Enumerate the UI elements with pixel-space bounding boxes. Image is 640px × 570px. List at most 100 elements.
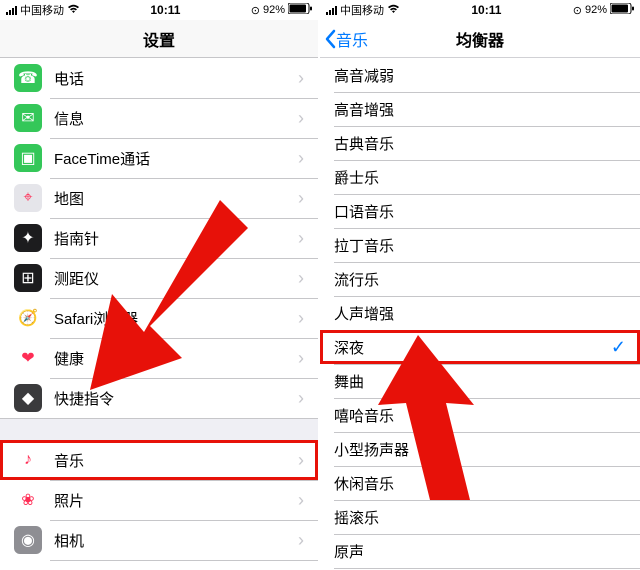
settings-row-apps-4[interactable]: ✦ 指南针› bbox=[0, 218, 318, 258]
row-label: 音乐 bbox=[54, 450, 298, 471]
eq-option-9[interactable]: 舞曲 bbox=[320, 364, 640, 398]
settings-row-media-3[interactable]: ●●Game Center› bbox=[0, 560, 318, 570]
eq-option-0[interactable]: 高音减弱 bbox=[320, 58, 640, 92]
eq-option-1[interactable]: 高音增强 bbox=[320, 92, 640, 126]
option-label: 古典音乐 bbox=[334, 133, 626, 154]
row-label: 信息 bbox=[54, 108, 298, 129]
app-icon: ▣ bbox=[14, 144, 42, 172]
option-label: 深夜 bbox=[334, 337, 611, 358]
wifi-icon bbox=[67, 4, 80, 17]
status-bar: 中国移动 10:11 ⊙ 92% bbox=[0, 0, 318, 20]
row-label: 相机 bbox=[54, 530, 298, 551]
chevron-right-icon: › bbox=[298, 68, 304, 89]
carrier-label: 中国移动 bbox=[340, 2, 384, 18]
app-icon: ⌖ bbox=[14, 184, 42, 212]
settings-group-media: ♪音乐›❀照片›◉相机›●●Game Center› bbox=[0, 440, 318, 570]
nav-bar: 音乐 均衡器 bbox=[320, 20, 640, 58]
eq-option-6[interactable]: 流行乐 bbox=[320, 262, 640, 296]
equalizer-screen: 中国移动 10:11 ⊙ 92% 音乐 均衡器 高音减弱高音增强古典音乐爵士乐口… bbox=[320, 0, 640, 570]
option-label: 拉丁音乐 bbox=[334, 235, 626, 256]
app-icon: ☎ bbox=[14, 64, 42, 92]
app-icon: ⊞ bbox=[14, 264, 42, 292]
eq-option-3[interactable]: 爵士乐 bbox=[320, 160, 640, 194]
alarm-icon: ⊙ bbox=[251, 4, 260, 17]
carrier-label: 中国移动 bbox=[20, 2, 64, 18]
settings-list[interactable]: ☎电话›✉信息›▣FaceTime通话›⌖地图›✦指南针›⊞测距仪›🧭Safar… bbox=[0, 58, 318, 570]
settings-row-media-0[interactable]: ♪ 音乐› bbox=[0, 440, 318, 480]
row-label: 健康 bbox=[54, 348, 298, 369]
nav-bar: 设置 bbox=[0, 20, 318, 58]
app-icon: ●● bbox=[14, 566, 42, 570]
page-title: 均衡器 bbox=[456, 27, 504, 51]
app-icon: 🧭 bbox=[14, 304, 42, 332]
option-label: 舞曲 bbox=[334, 371, 626, 392]
app-icon: ✦ bbox=[14, 224, 42, 252]
signal-icon bbox=[6, 6, 17, 15]
eq-option-5[interactable]: 拉丁音乐 bbox=[320, 228, 640, 262]
eq-option-10[interactable]: 嘻哈音乐 bbox=[320, 398, 640, 432]
app-icon: ◆ bbox=[14, 384, 42, 412]
back-button[interactable]: 音乐 bbox=[324, 20, 368, 57]
option-label: 流行乐 bbox=[334, 269, 626, 290]
status-bar: 中国移动 10:11 ⊙ 92% bbox=[320, 0, 640, 20]
eq-option-7[interactable]: 人声增强 bbox=[320, 296, 640, 330]
option-label: 口语音乐 bbox=[334, 201, 626, 222]
option-label: 爵士乐 bbox=[334, 167, 626, 188]
option-label: 摇滚乐 bbox=[334, 507, 626, 528]
eq-option-12[interactable]: 休闲音乐 bbox=[320, 466, 640, 500]
settings-row-apps-6[interactable]: 🧭Safari浏览器› bbox=[0, 298, 318, 338]
row-label: 电话 bbox=[54, 68, 298, 89]
chevron-right-icon: › bbox=[298, 388, 304, 409]
chevron-right-icon: › bbox=[298, 268, 304, 289]
settings-row-apps-2[interactable]: ▣ FaceTime通话› bbox=[0, 138, 318, 178]
row-label: 地图 bbox=[54, 188, 298, 209]
settings-screen: 中国移动 10:11 ⊙ 92% 设置 ☎电话›✉信息›▣FaceTime通话›… bbox=[0, 0, 320, 570]
app-icon: ◉ bbox=[14, 526, 42, 554]
battery-pct: 92% bbox=[263, 4, 285, 16]
settings-row-media-2[interactable]: ◉相机› bbox=[0, 520, 318, 560]
app-icon: ♪ bbox=[14, 446, 42, 474]
eq-option-4[interactable]: 口语音乐 bbox=[320, 194, 640, 228]
row-label: Safari浏览器 bbox=[54, 308, 298, 329]
chevron-right-icon: › bbox=[298, 450, 304, 471]
option-label: 高音减弱 bbox=[334, 65, 626, 86]
chevron-right-icon: › bbox=[298, 348, 304, 369]
chevron-right-icon: › bbox=[298, 490, 304, 511]
eq-option-8[interactable]: 深夜✓ bbox=[320, 330, 640, 364]
row-label: 照片 bbox=[54, 490, 298, 511]
settings-row-media-1[interactable]: ❀ 照片› bbox=[0, 480, 318, 520]
alarm-icon: ⊙ bbox=[573, 4, 582, 17]
battery-icon bbox=[288, 3, 312, 17]
clock: 10:11 bbox=[471, 3, 501, 17]
settings-row-apps-7[interactable]: ❤健康› bbox=[0, 338, 318, 378]
settings-row-apps-5[interactable]: ⊞ 测距仪› bbox=[0, 258, 318, 298]
eq-option-11[interactable]: 小型扬声器 bbox=[320, 432, 640, 466]
row-label: 指南针 bbox=[54, 228, 298, 249]
row-label: FaceTime通话 bbox=[54, 148, 298, 169]
settings-row-apps-0[interactable]: ☎ 电话› bbox=[0, 58, 318, 98]
wifi-icon bbox=[387, 4, 400, 17]
signal-icon bbox=[326, 6, 337, 15]
settings-row-apps-8[interactable]: ◆ 快捷指令› bbox=[0, 378, 318, 418]
option-label: 小型扬声器 bbox=[334, 439, 626, 460]
row-label: 快捷指令 bbox=[54, 388, 298, 409]
settings-row-apps-1[interactable]: ✉ 信息› bbox=[0, 98, 318, 138]
page-title: 设置 bbox=[143, 27, 175, 51]
check-icon: ✓ bbox=[611, 337, 626, 358]
chevron-right-icon: › bbox=[298, 228, 304, 249]
option-label: 人声增强 bbox=[334, 303, 626, 324]
app-icon: ✉ bbox=[14, 104, 42, 132]
option-label: 原声 bbox=[334, 541, 626, 562]
equalizer-list[interactable]: 高音减弱高音增强古典音乐爵士乐口语音乐拉丁音乐流行乐人声增强深夜✓ 舞曲嘻哈音乐小… bbox=[320, 58, 640, 570]
settings-row-apps-3[interactable]: ⌖地图› bbox=[0, 178, 318, 218]
eq-option-2[interactable]: 古典音乐 bbox=[320, 126, 640, 160]
eq-option-13[interactable]: 摇滚乐 bbox=[320, 500, 640, 534]
app-icon: ❀ bbox=[14, 486, 42, 514]
option-label: 嘻哈音乐 bbox=[334, 405, 626, 426]
settings-group-apps: ☎电话›✉信息›▣FaceTime通话›⌖地图›✦指南针›⊞测距仪›🧭Safar… bbox=[0, 58, 318, 418]
chevron-right-icon: › bbox=[298, 108, 304, 129]
eq-option-14[interactable]: 原声 bbox=[320, 534, 640, 568]
chevron-right-icon: › bbox=[298, 148, 304, 169]
option-label: 休闲音乐 bbox=[334, 473, 626, 494]
row-label: 测距仪 bbox=[54, 268, 298, 289]
